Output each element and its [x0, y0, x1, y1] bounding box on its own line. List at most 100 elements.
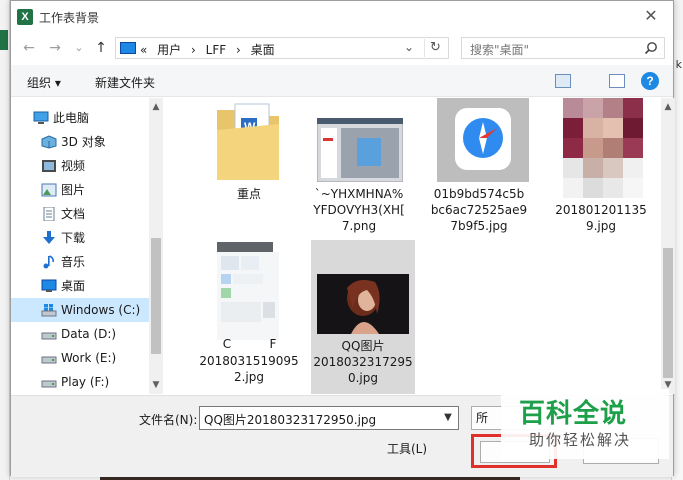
change-view-icon[interactable] [555, 74, 571, 88]
file-tile-folder[interactable]: W 重点 [197, 98, 301, 218]
filename-field[interactable]: QQ图片20180323172950.jpg ▼ [199, 406, 459, 430]
file-tile-safari-jpg[interactable]: 01b9bd574c5b bc6ac72525ae9 7b9f5.jpg [427, 98, 531, 240]
blurred-phone-screenshot [217, 242, 279, 340]
breadcrumb-separator: › [235, 43, 241, 57]
up-folder-button[interactable]: ↑ [91, 37, 111, 59]
file-list-pane: W 重点 `~YHXMHNA% YFDOVYH3(XH[ 7.png [165, 98, 661, 394]
forward-button[interactable]: → [45, 37, 65, 59]
breadcrumb: « 用户 › LFF › 桌面 [140, 41, 281, 58]
sidebar-item-windows-c[interactable]: Windows (C:) [11, 298, 149, 322]
sidebar-item-desktop[interactable]: 桌面 [11, 274, 149, 298]
file-name: QQ图片 2018032317295 0.jpg [313, 339, 413, 385]
address-history-chevron-icon[interactable]: ⌄ [400, 40, 418, 54]
dialog-title: 工作表背景 [39, 11, 100, 25]
address-bar[interactable]: « 用户 › LFF › 桌面 ⌄ ↻ [115, 37, 449, 59]
insert-background-dialog: X 工作表背景 ✕ ← → ⌄ ↑ « 用户 › LFF › 桌面 ⌄ ↻ 搜索… [10, 0, 675, 477]
file-name: 2018031519095 2.jpg [199, 354, 299, 384]
search-input[interactable]: 搜索"桌面" [461, 37, 665, 59]
navigation-bar: ← → ⌄ ↑ « 用户 › LFF › 桌面 ⌄ ↻ 搜索"桌面" [11, 35, 673, 61]
scroll-up-icon[interactable]: ▲ [661, 100, 675, 114]
pictures-icon [41, 183, 57, 197]
sidebar-item-label: Work (E:) [61, 351, 117, 365]
watermark-subtitle: 助你轻松解决 [529, 431, 632, 449]
sidebar-item-work-e[interactable]: Work (E:) [11, 346, 149, 370]
chevron-down-icon[interactable]: ▼ [440, 409, 456, 427]
sidebar-item-label: 音乐 [61, 255, 86, 269]
screenshot-thumbnail [317, 118, 403, 182]
file-name: `~YHXMHNA% YFDOVYH3(XH[ 7.png [313, 187, 405, 233]
sidebar-item-music[interactable]: 音乐 [11, 250, 149, 274]
navigation-pane: 此电脑 3D 对象 视频 图片 文档 下载 音乐 桌面 Windows (C:)… [11, 98, 165, 394]
sidebar-item-label: Play (F:) [61, 375, 110, 389]
search-placeholder: 搜索"桌面" [470, 43, 530, 57]
portrait-photo-thumbnail [317, 274, 409, 334]
breadcrumb-lff[interactable]: LFF [206, 43, 227, 57]
sidebar-item-label: 视频 [61, 159, 86, 173]
file-pane-scroll-thumb[interactable] [663, 248, 673, 378]
folder-with-document-icon: W [217, 103, 279, 180]
video-icon [42, 160, 56, 172]
file-pane-scrollbar[interactable]: ▲ ▼ [661, 98, 675, 394]
help-icon[interactable]: ? [641, 72, 659, 90]
desktop-icon [41, 279, 57, 292]
drive-icon [41, 356, 57, 364]
sidebar-item-label: Data (D:) [61, 327, 117, 341]
cube-3d-icon [41, 135, 57, 149]
new-folder-button[interactable]: 新建文件夹 [95, 74, 155, 91]
drive-icon [41, 380, 57, 388]
file-name: 重点 [236, 187, 261, 201]
breadcrumb-desktop[interactable]: 桌面 [251, 43, 275, 57]
sidebar-item-play-f[interactable]: Play (F:) [11, 370, 149, 394]
file-name: 201801201135 9.jpg [555, 203, 647, 233]
file-tile-photo-jpg[interactable]: 201801201135 9.jpg [549, 98, 653, 240]
sidebar-item-label: 此电脑 [53, 111, 90, 125]
file-name: 01b9bd574c5b bc6ac72525ae9 7b9f5.jpg [430, 187, 528, 233]
sidebar-item-data-d[interactable]: Data (D:) [11, 322, 149, 346]
preview-pane-icon[interactable] [609, 74, 625, 88]
back-button[interactable]: ← [19, 37, 39, 59]
drive-icon [41, 332, 57, 340]
documents-icon [43, 207, 55, 221]
sidebar-scrollbar[interactable]: ▲ ▼ [149, 98, 163, 394]
sidebar-item-downloads[interactable]: 下载 [11, 226, 149, 250]
sidebar-item-label: 文档 [61, 207, 86, 221]
close-button[interactable]: ✕ [629, 1, 673, 33]
breadcrumb-users[interactable]: 用户 [157, 43, 181, 57]
organize-button[interactable]: 组织 ▾ [27, 74, 61, 91]
sidebar-item-documents[interactable]: 文档 [11, 202, 149, 226]
computer-icon [33, 111, 49, 124]
filename-label: 文件名(N): [139, 413, 198, 427]
tools-button[interactable]: 工具(L) [387, 440, 427, 457]
sidebar-item-label: 下载 [61, 231, 86, 245]
sidebar-item-label: 桌面 [61, 279, 86, 293]
file-tile-phone-screenshot-jpg[interactable]: C F 2018031519095 2.jpg [197, 240, 301, 390]
file-tile-screenshot-png[interactable]: `~YHXMHNA% YFDOVYH3(XH[ 7.png [307, 98, 411, 240]
sidebar-item-pictures[interactable]: 图片 [11, 178, 149, 202]
file-name-fragment: C [222, 337, 232, 351]
excel-grid-edge [0, 0, 10, 480]
safari-compass-icon [437, 98, 529, 182]
file-tile-qq-image-selected[interactable]: QQ图片 2018032317295 0.jpg [311, 240, 415, 394]
scroll-down-icon[interactable]: ▼ [149, 378, 163, 392]
filename-value: QQ图片20180323172950.jpg [204, 413, 377, 427]
download-icon [43, 231, 55, 244]
sidebar-item-this-pc[interactable]: 此电脑 [11, 106, 149, 130]
blurred-photo-thumbnail [563, 98, 643, 198]
music-icon [43, 255, 54, 269]
file-name-fragment: F [269, 337, 277, 351]
sidebar-scroll-thumb[interactable] [151, 238, 161, 354]
windows-drive-icon [41, 304, 57, 317]
desktop-location-icon [120, 42, 136, 54]
watermark-title: 百科全说 [519, 399, 628, 429]
breadcrumb-overflow[interactable]: « [140, 43, 147, 57]
excel-right-glyph: k [675, 58, 682, 71]
search-icon [644, 42, 657, 55]
sidebar-item-label: Windows (C:) [61, 303, 141, 317]
refresh-button[interactable]: ↻ [424, 39, 446, 57]
recent-locations-button[interactable]: ⌄ [69, 37, 89, 59]
sidebar-item-3d-objects[interactable]: 3D 对象 [11, 130, 149, 154]
scroll-up-icon[interactable]: ▲ [149, 100, 163, 114]
command-toolbar: 组织 ▾ 新建文件夹 ? [11, 65, 673, 97]
sidebar-item-videos[interactable]: 视频 [11, 154, 149, 178]
dialog-titlebar: X 工作表背景 ✕ [11, 1, 673, 33]
